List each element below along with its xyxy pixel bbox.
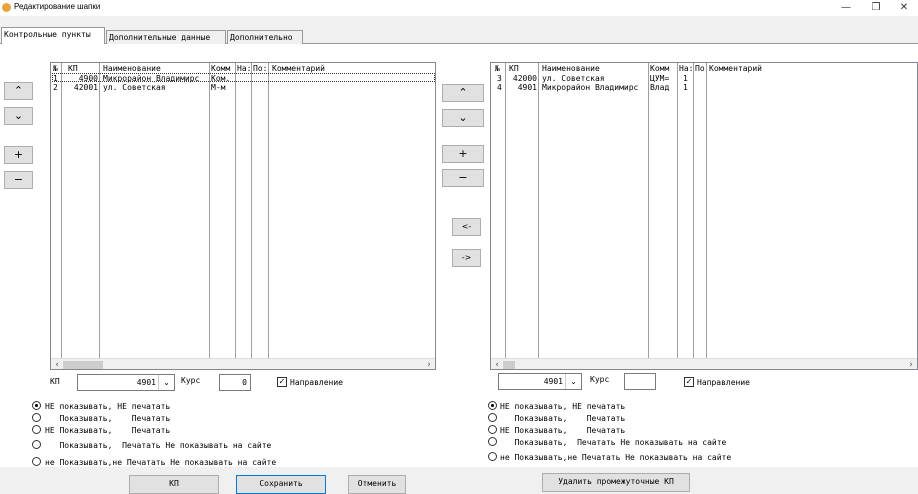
right-kp-combo[interactable]: 4901 ⌄ bbox=[498, 373, 582, 390]
tab-control-points[interactable]: Контрольные пункты bbox=[1, 27, 105, 44]
move-down-button[interactable]: ⌄ bbox=[4, 107, 33, 125]
chevron-down-icon[interactable]: ⌄ bbox=[565, 374, 581, 389]
radio-label: НЕ показывать, НЕ печатать bbox=[500, 402, 626, 411]
scroll-right-icon[interactable]: › bbox=[905, 359, 917, 369]
close-icon[interactable]: ✕ bbox=[892, 0, 916, 16]
move-up-button[interactable]: ⌃ bbox=[4, 82, 33, 100]
right-add-button[interactable]: + bbox=[442, 145, 484, 163]
save-button[interactable]: Сохранить bbox=[236, 475, 326, 494]
right-kurs-input[interactable] bbox=[624, 373, 656, 390]
column-header: Комм bbox=[650, 64, 670, 73]
right-radio-2[interactable] bbox=[488, 425, 497, 434]
column-header: КП bbox=[509, 64, 519, 73]
title-bar bbox=[0, 0, 918, 16]
restore-icon[interactable]: ❐ bbox=[864, 0, 888, 16]
tab-additional[interactable]: Дополнительно bbox=[227, 30, 303, 44]
left-points-grid[interactable]: № КП Наименование Комм На: По: Комментар… bbox=[50, 62, 436, 370]
right-kurs-label: Курс bbox=[590, 375, 610, 384]
column-header: По: bbox=[695, 64, 706, 73]
left-radio-2[interactable] bbox=[32, 425, 41, 434]
right-points-grid[interactable]: № КП Наименование Комм На: По: Комментар… bbox=[490, 62, 918, 370]
row-cell: М-м bbox=[211, 83, 226, 92]
row-cell: 2 bbox=[53, 83, 58, 92]
move-left-button[interactable]: <- bbox=[452, 218, 481, 236]
radio-label: не Показывать,не Печатать Не показывать … bbox=[45, 458, 277, 467]
minimize-icon[interactable]: — bbox=[834, 0, 858, 16]
right-move-down-button[interactable]: ⌄ bbox=[442, 109, 484, 127]
move-right-button[interactable]: -> bbox=[452, 249, 481, 267]
radio-label: Показывать, Печатать bbox=[45, 414, 171, 423]
right-radio-3[interactable] bbox=[488, 437, 497, 446]
radio-label: Показывать, Печатать Не показывать на са… bbox=[45, 441, 272, 450]
row-cell: 4901 bbox=[517, 83, 537, 92]
right-radio-1[interactable] bbox=[488, 413, 497, 422]
kp-combo[interactable]: 4901 ⌄ bbox=[77, 374, 175, 391]
kurs-label: Курс bbox=[181, 376, 201, 385]
radio-label: Показывать, Печатать Не показывать на са… bbox=[500, 438, 727, 447]
right-radio-4[interactable] bbox=[488, 452, 497, 461]
right-direction-label: Направление bbox=[697, 378, 750, 387]
kp-button[interactable]: КП bbox=[129, 475, 219, 494]
add-button[interactable]: + bbox=[4, 146, 33, 164]
horizontal-scrollbar[interactable]: ‹ › bbox=[491, 358, 917, 369]
column-header: На: bbox=[679, 64, 693, 73]
right-remove-button[interactable]: − bbox=[442, 169, 484, 187]
horizontal-scrollbar[interactable]: ‹ › bbox=[51, 358, 435, 369]
kp-value: 4901 bbox=[136, 378, 156, 387]
radio-label: НЕ Показывать, Печатать bbox=[500, 426, 626, 435]
column-header: Комментарий bbox=[709, 64, 762, 73]
radio-label: не Показывать,не Печатать Не показывать … bbox=[500, 453, 732, 462]
left-radio-4[interactable] bbox=[32, 457, 41, 466]
row-cell: Влад bbox=[650, 83, 670, 92]
left-radio-3[interactable] bbox=[32, 440, 41, 449]
left-radio-1[interactable] bbox=[32, 413, 41, 422]
chevron-down-icon[interactable]: ⌄ bbox=[158, 375, 174, 390]
window-title: Редактирование шапки bbox=[14, 2, 101, 11]
radio-label: Показывать, Печатать bbox=[500, 414, 626, 423]
right-move-up-button[interactable]: ⌃ bbox=[442, 84, 484, 102]
row-cell: Микрорайон Владимирс bbox=[542, 83, 639, 92]
direction-checkbox[interactable]: ✓ bbox=[277, 377, 287, 387]
kp-value: 4901 bbox=[543, 377, 563, 386]
column-header: Наименование bbox=[542, 64, 600, 73]
direction-label: Направление bbox=[290, 378, 343, 387]
column-header: № bbox=[495, 64, 500, 73]
cancel-button[interactable]: Отменить bbox=[348, 475, 406, 494]
kp-label: КП bbox=[50, 377, 60, 386]
scroll-left-icon[interactable]: ‹ bbox=[491, 359, 503, 369]
tab-additional-data[interactable]: Дополнительные данные bbox=[106, 30, 226, 44]
scrollbar-thumb[interactable] bbox=[503, 361, 515, 369]
kurs-input[interactable]: 0 bbox=[219, 374, 251, 391]
scrollbar-thumb[interactable] bbox=[63, 361, 103, 369]
row-cell: 4 bbox=[497, 83, 502, 92]
row-cell: ул. Советская bbox=[103, 83, 166, 92]
row-cell: 42001 bbox=[73, 83, 98, 92]
radio-label: НЕ показывать, НЕ печатать bbox=[45, 402, 171, 411]
radio-label: НЕ Показывать, Печатать bbox=[45, 426, 171, 435]
right-direction-checkbox[interactable]: ✓ bbox=[684, 377, 694, 387]
left-radio-0[interactable] bbox=[32, 401, 41, 410]
row-cell: 1 bbox=[683, 83, 688, 92]
scroll-right-icon[interactable]: › bbox=[423, 359, 435, 369]
scroll-left-icon[interactable]: ‹ bbox=[51, 359, 63, 369]
app-icon bbox=[2, 3, 11, 12]
delete-intermediate-button[interactable]: Удалить промежуточные КП bbox=[542, 473, 690, 492]
right-radio-0[interactable] bbox=[488, 401, 497, 410]
remove-button[interactable]: − bbox=[4, 171, 33, 189]
